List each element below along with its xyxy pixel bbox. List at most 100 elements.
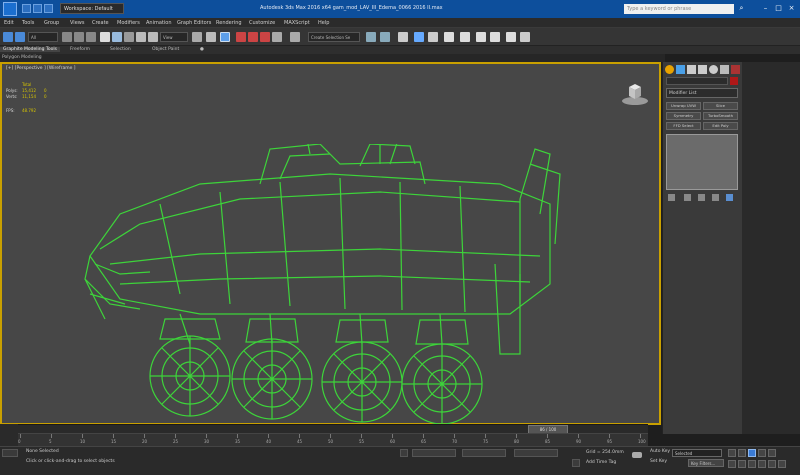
make-unique-icon[interactable] bbox=[698, 194, 705, 201]
menu-help[interactable]: Help bbox=[318, 20, 329, 26]
link-icon[interactable] bbox=[62, 32, 72, 42]
perspective-viewport[interactable]: [+] [Perspective ] [Wireframe ] Total Po… bbox=[0, 62, 661, 425]
named-selection-dropdown[interactable]: Create Selection Se bbox=[308, 32, 360, 42]
orbit-icon[interactable] bbox=[768, 460, 776, 468]
open-file-icon[interactable] bbox=[33, 4, 42, 13]
spinner-snap-icon[interactable] bbox=[272, 32, 282, 42]
extra-tab-icon[interactable] bbox=[731, 65, 740, 74]
previous-frame-icon[interactable] bbox=[738, 449, 746, 457]
select-by-name-icon[interactable] bbox=[112, 32, 122, 42]
move-icon[interactable] bbox=[136, 32, 146, 42]
zoom-all-icon[interactable] bbox=[738, 460, 746, 468]
unwrap-uvw-button[interactable]: Unwrap UVW bbox=[666, 102, 701, 110]
tab-graphite-modeling-tools[interactable]: Graphite Modeling Tools bbox=[0, 47, 61, 52]
undo-icon[interactable] bbox=[3, 32, 13, 42]
search-input[interactable]: Type a keyword or phrase bbox=[624, 4, 734, 14]
viewcube-icon[interactable] bbox=[620, 78, 650, 108]
maxscript-listener-icon[interactable] bbox=[2, 449, 18, 457]
ffd-select-button[interactable]: FFD Select bbox=[666, 122, 701, 130]
angle-snap-icon[interactable] bbox=[248, 32, 258, 42]
toggle-ribbon-icon[interactable] bbox=[414, 32, 424, 42]
menu-modifiers[interactable]: Modifiers bbox=[117, 20, 140, 26]
select-object-icon[interactable] bbox=[100, 32, 110, 42]
pivot-icon[interactable] bbox=[192, 32, 202, 42]
zoom-icon[interactable] bbox=[728, 460, 736, 468]
viewport-label[interactable]: [+] [Perspective ] [Wireframe ] bbox=[6, 66, 76, 71]
turbosmooth-button[interactable]: TurboSmooth bbox=[703, 112, 738, 120]
app-logo-icon[interactable] bbox=[3, 2, 17, 16]
time-tag-icon[interactable] bbox=[572, 459, 580, 467]
set-key-button[interactable]: Set Key bbox=[650, 459, 667, 464]
layer-explorer-icon[interactable] bbox=[398, 32, 408, 42]
maximize-viewport-icon[interactable] bbox=[778, 460, 786, 468]
auto-key-button[interactable]: Auto Key bbox=[650, 449, 670, 454]
mirror-icon[interactable] bbox=[366, 32, 376, 42]
go-to-end-icon[interactable] bbox=[768, 449, 776, 457]
minimize-icon[interactable]: – bbox=[760, 3, 771, 14]
symmetry-button[interactable]: Symmetry bbox=[666, 112, 701, 120]
rotate-icon[interactable] bbox=[148, 32, 158, 42]
ribbon-options-icon[interactable]: ● bbox=[200, 47, 204, 52]
save-file-icon[interactable] bbox=[44, 4, 53, 13]
rendered-frame-window-icon[interactable] bbox=[490, 32, 500, 42]
go-to-start-icon[interactable] bbox=[728, 449, 736, 457]
menu-customize[interactable]: Customize bbox=[249, 20, 275, 26]
track-bar[interactable]: 0 5 10 15 20 25 30 35 40 45 50 55 60 65 70 75 80 85 90 95 10… bbox=[18, 433, 648, 446]
menu-animation[interactable]: Animation bbox=[146, 20, 172, 26]
y-coordinate-field[interactable] bbox=[462, 449, 506, 457]
modifier-list-dropdown[interactable]: Modifier List bbox=[666, 88, 738, 98]
lock-selection-icon[interactable] bbox=[400, 449, 408, 457]
render-teapot-icon[interactable] bbox=[520, 32, 530, 42]
menu-tools[interactable]: Tools bbox=[22, 20, 34, 26]
remove-modifier-icon[interactable] bbox=[712, 194, 719, 201]
modifier-stack[interactable] bbox=[666, 134, 738, 190]
unlink-icon[interactable] bbox=[74, 32, 84, 42]
play-icon[interactable] bbox=[748, 449, 756, 457]
workspace-dropdown[interactable]: Workspace: Default bbox=[60, 3, 124, 14]
render-production-icon[interactable] bbox=[506, 32, 516, 42]
menu-graph-editors[interactable]: Graph Editors bbox=[177, 20, 211, 26]
edit-poly-button[interactable]: Edit Poly bbox=[703, 122, 738, 130]
edit-named-selection-icon[interactable] bbox=[290, 32, 300, 42]
menu-edit[interactable]: Edit bbox=[4, 20, 14, 26]
region-select-icon[interactable] bbox=[124, 32, 134, 42]
slice-button[interactable]: Slice bbox=[703, 102, 738, 110]
close-icon[interactable]: × bbox=[786, 3, 797, 14]
zoom-extents-icon[interactable] bbox=[748, 460, 756, 468]
key-filters-button[interactable]: Key Filters... bbox=[688, 459, 724, 467]
vehicle-wireframe[interactable] bbox=[80, 144, 570, 434]
new-file-icon[interactable] bbox=[22, 4, 31, 13]
object-color-swatch[interactable] bbox=[730, 77, 738, 85]
tab-object-paint[interactable]: Object Paint bbox=[152, 47, 179, 52]
snaps-toggle-icon[interactable] bbox=[236, 32, 246, 42]
select-manipulate-icon[interactable] bbox=[206, 32, 216, 42]
menu-rendering[interactable]: Rendering bbox=[216, 20, 242, 26]
redo-icon[interactable] bbox=[15, 32, 25, 42]
key-icon[interactable] bbox=[632, 452, 642, 458]
curve-editor-icon[interactable] bbox=[428, 32, 438, 42]
search-icon[interactable]: ⌕ bbox=[736, 3, 747, 14]
menu-create[interactable]: Create bbox=[92, 20, 109, 26]
pin-stack-icon[interactable] bbox=[668, 194, 675, 201]
create-tab-icon[interactable] bbox=[665, 65, 674, 74]
utilities-tab-icon[interactable] bbox=[720, 65, 729, 74]
percent-snap-icon[interactable] bbox=[260, 32, 270, 42]
ribbon-panel-label[interactable]: Polygon Modeling bbox=[2, 55, 42, 60]
menu-views[interactable]: Views bbox=[70, 20, 84, 26]
time-slider[interactable]: 86 / 100 bbox=[18, 424, 648, 434]
motion-tab-icon[interactable] bbox=[698, 65, 707, 74]
tab-selection[interactable]: Selection bbox=[110, 47, 131, 52]
render-setup-icon[interactable] bbox=[476, 32, 486, 42]
z-coordinate-field[interactable] bbox=[514, 449, 558, 457]
configure-modifier-sets-icon[interactable] bbox=[726, 194, 733, 201]
bind-space-warp-icon[interactable] bbox=[86, 32, 96, 42]
material-editor-icon[interactable] bbox=[460, 32, 470, 42]
x-coordinate-field[interactable] bbox=[412, 449, 456, 457]
align-icon[interactable] bbox=[380, 32, 390, 42]
key-mode-dropdown[interactable]: Selected bbox=[672, 449, 722, 457]
keyboard-shortcut-icon[interactable] bbox=[220, 32, 230, 42]
schematic-view-icon[interactable] bbox=[444, 32, 454, 42]
selection-filter-dropdown[interactable]: All bbox=[28, 32, 58, 42]
display-tab-icon[interactable] bbox=[709, 65, 718, 74]
pan-icon[interactable] bbox=[758, 460, 766, 468]
